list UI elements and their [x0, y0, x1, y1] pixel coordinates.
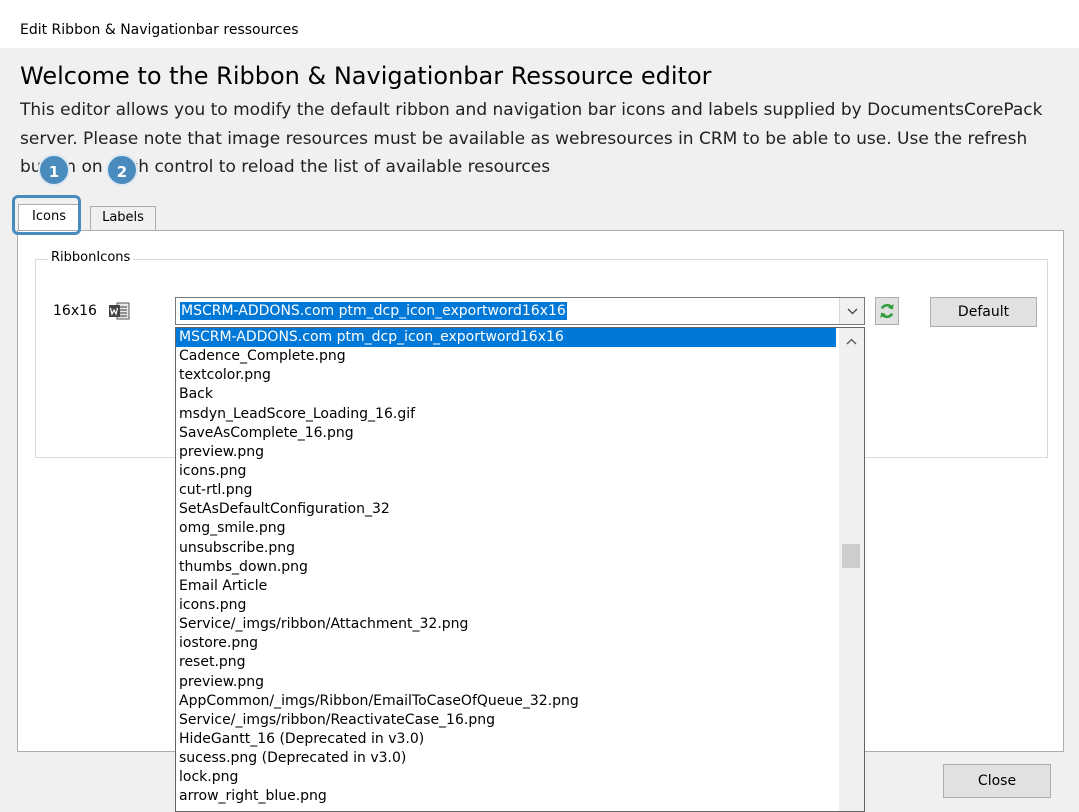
group-legend: RibbonIcons — [48, 250, 134, 265]
dialog-window: Edit Ribbon & Navigationbar ressources W… — [0, 0, 1079, 812]
refresh-button[interactable] — [875, 297, 899, 325]
dropdown-item[interactable]: thumbs_down.png — [176, 558, 836, 577]
dropdown-item[interactable]: reset.png — [176, 653, 836, 672]
dropdown-scrollbar[interactable] — [839, 328, 864, 811]
dropdown-item[interactable]: cut-rtl.png — [176, 481, 836, 500]
dropdown-item[interactable]: HideGantt_16 (Deprecated in v3.0) — [176, 730, 836, 749]
dropdown-item[interactable]: unsubscribe.png — [176, 539, 836, 558]
combobox-value: MSCRM-ADDONS.com ptm_dcp_icon_exportword… — [180, 302, 567, 320]
dropdown-item[interactable]: arrow_right_blue.png — [176, 787, 836, 806]
dropdown-item[interactable]: Service/_imgs/ribbon/Attachment_32.png — [176, 615, 836, 634]
dropdown-item[interactable]: preview.png — [176, 673, 836, 692]
word-document-icon — [109, 302, 130, 320]
refresh-icon — [880, 303, 894, 319]
dropdown-item[interactable]: Email Article — [176, 577, 836, 596]
dropdown-item[interactable]: textcolor.png — [176, 366, 836, 385]
window-title: Edit Ribbon & Navigationbar ressources — [20, 22, 299, 38]
dropdown-item[interactable]: preview.png — [176, 443, 836, 462]
chevron-down-icon[interactable] — [839, 298, 864, 324]
dropdown-item[interactable]: msdyn_LeadScore_Loading_16.gif — [176, 405, 836, 424]
callout-badge-1: 1 — [38, 154, 70, 186]
callout-badge-2: 2 — [106, 154, 138, 186]
chevron-up-icon[interactable] — [839, 330, 864, 354]
dropdown-item[interactable]: omg_smile.png — [176, 519, 836, 538]
dropdown-item[interactable]: sucess.png (Deprecated in v3.0) — [176, 749, 836, 768]
dropdown-item[interactable]: iostore.png — [176, 634, 836, 653]
close-button[interactable]: Close — [943, 764, 1051, 798]
dropdown-item[interactable]: SaveAsComplete_16.png — [176, 424, 836, 443]
icon-size-label: 16x16 — [53, 303, 97, 319]
header-panel: Welcome to the Ribbon & Navigationbar Re… — [0, 48, 1079, 184]
dropdown-item[interactable]: AppCommon/_imgs/Ribbon/EmailToCaseOfQueu… — [176, 692, 836, 711]
page-description: This editor allows you to modify the def… — [20, 100, 1043, 177]
dropdown-item[interactable]: Back — [176, 385, 836, 404]
dropdown-item[interactable]: Cadence_Complete.png — [176, 347, 836, 366]
tab-highlight-callout — [12, 195, 81, 235]
dropdown-item[interactable]: Service/_imgs/ribbon/ReactivateCase_16.p… — [176, 711, 836, 730]
dropdown-item[interactable]: SetAsDefaultConfiguration_32 — [176, 500, 836, 519]
scrollbar-thumb[interactable] — [842, 544, 860, 568]
dropdown-item[interactable]: icons.png — [176, 462, 836, 481]
icon-resource-combobox[interactable]: MSCRM-ADDONS.com ptm_dcp_icon_exportword… — [175, 297, 865, 325]
dropdown-item[interactable]: lock.png — [176, 768, 836, 787]
default-button[interactable]: Default — [930, 297, 1037, 327]
dropdown-items: MSCRM-ADDONS.com ptm_dcp_icon_exportword… — [176, 328, 836, 807]
window-top-edge — [0, 0, 1079, 8]
resource-dropdown-list[interactable]: MSCRM-ADDONS.com ptm_dcp_icon_exportword… — [175, 327, 865, 812]
dropdown-item[interactable]: icons.png — [176, 596, 836, 615]
dropdown-item[interactable]: MSCRM-ADDONS.com ptm_dcp_icon_exportword… — [176, 328, 836, 348]
tab-labels[interactable]: Labels — [90, 206, 156, 230]
page-title: Welcome to the Ribbon & Navigationbar Re… — [20, 62, 712, 90]
title-bar: Edit Ribbon & Navigationbar ressources — [0, 8, 1079, 48]
